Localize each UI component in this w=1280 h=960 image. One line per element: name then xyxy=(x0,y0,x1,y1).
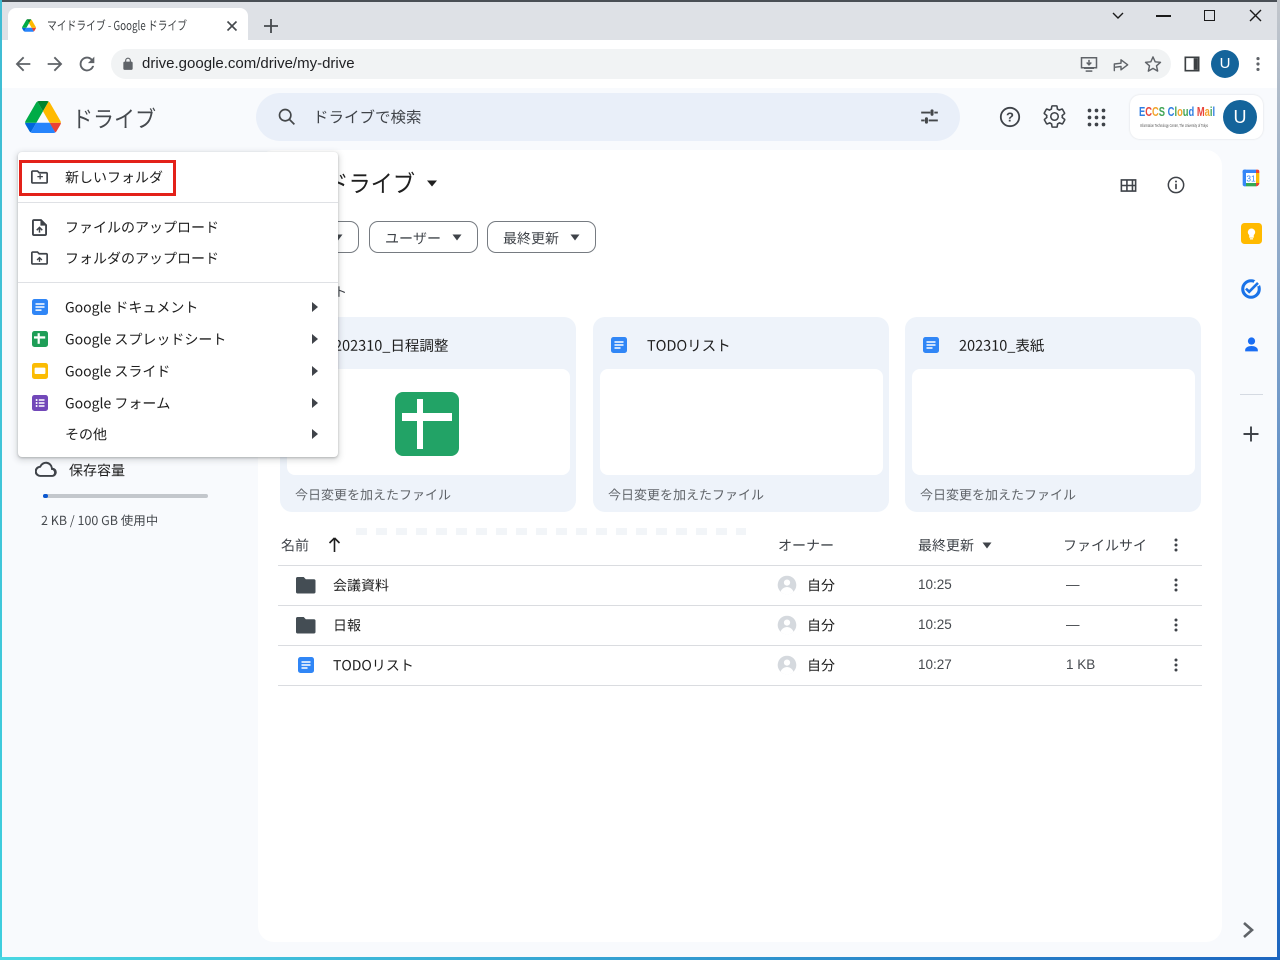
svg-text:31: 31 xyxy=(1246,173,1256,183)
svg-text:?: ? xyxy=(1006,110,1014,125)
